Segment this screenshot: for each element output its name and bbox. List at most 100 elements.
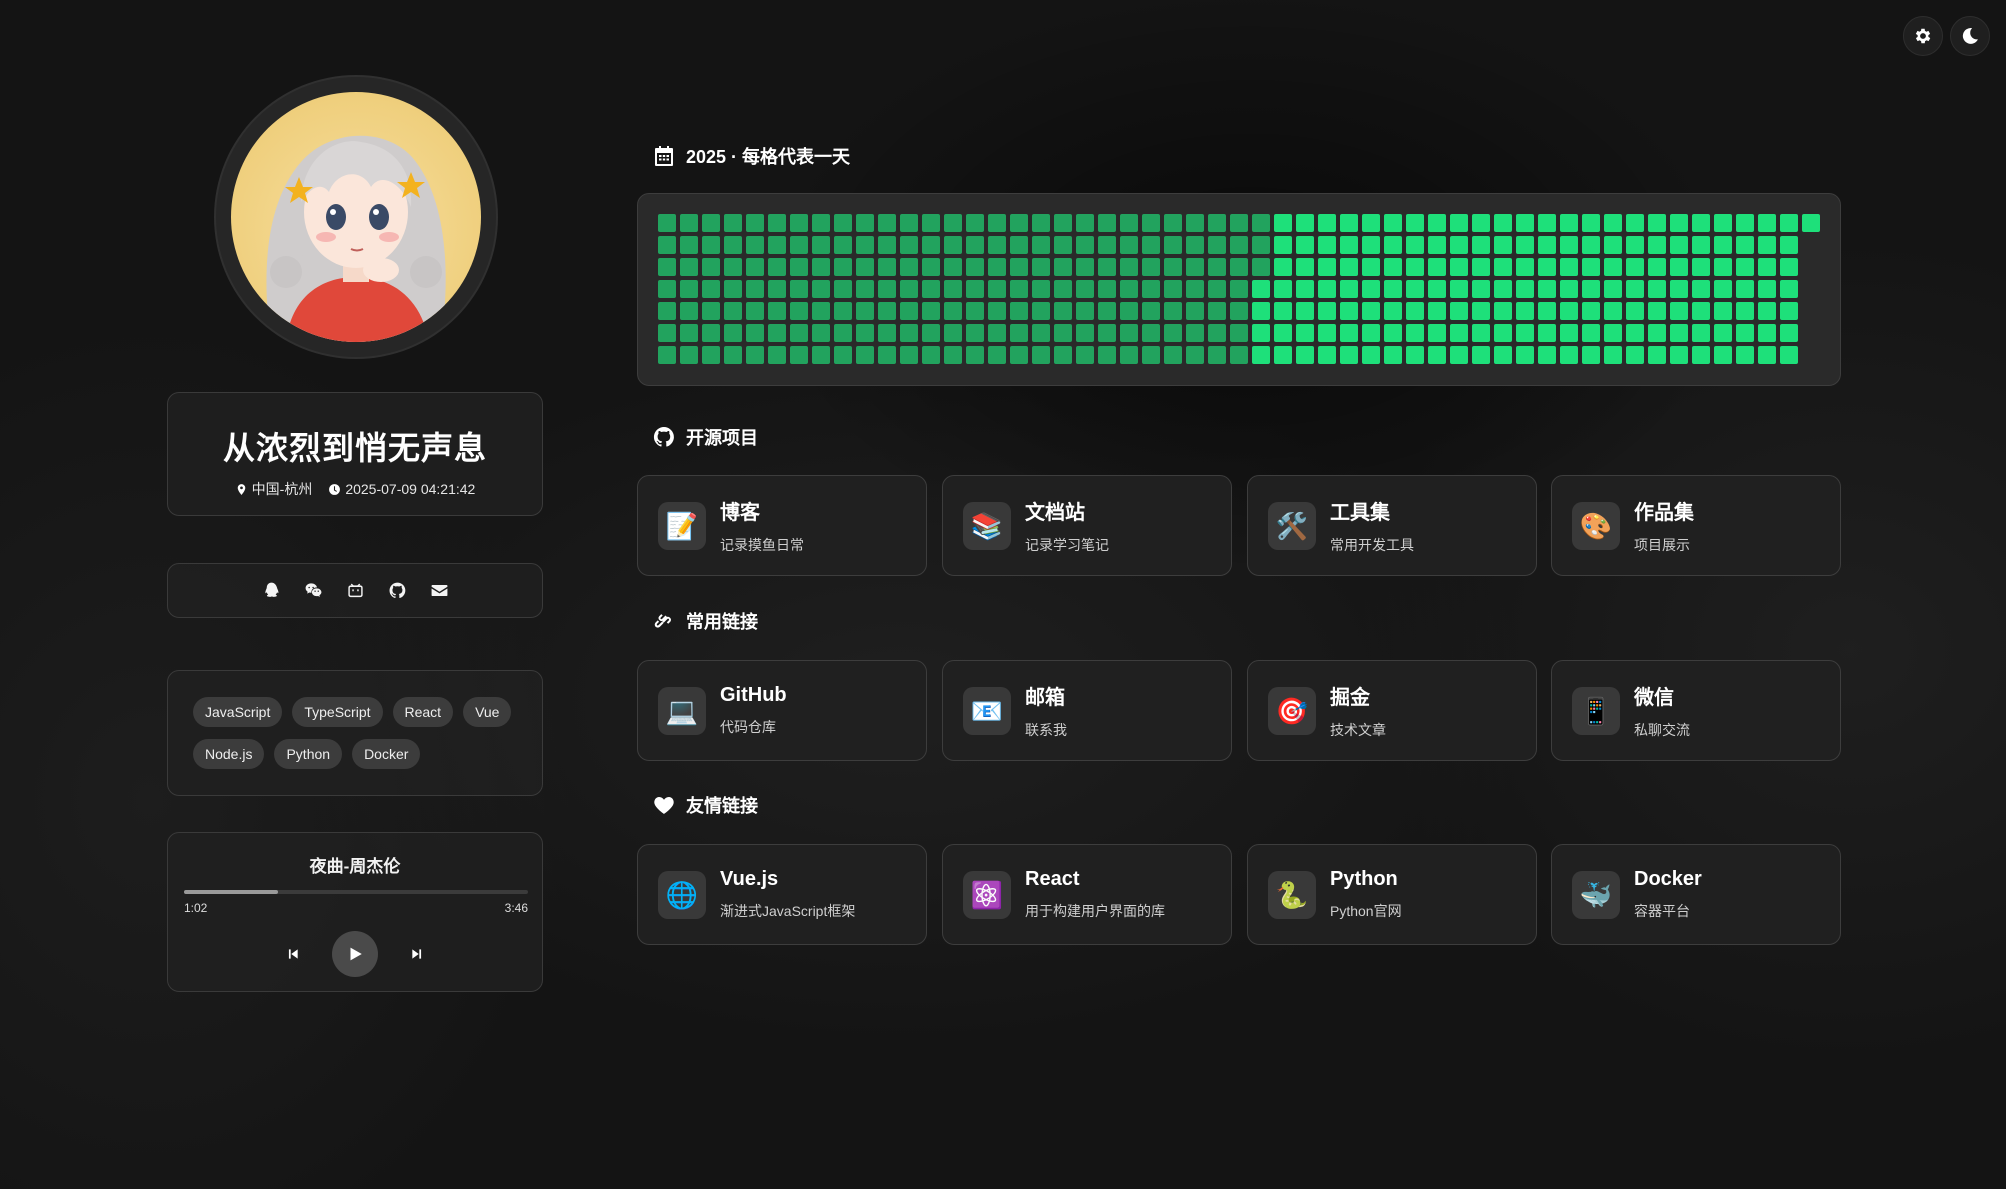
heatmap-day-cell[interactable] <box>1142 236 1160 254</box>
heatmap-day-cell[interactable] <box>1054 324 1072 342</box>
heatmap-day-cell[interactable] <box>1142 324 1160 342</box>
heatmap-day-cell[interactable] <box>1362 280 1380 298</box>
heatmap-day-cell[interactable] <box>1164 302 1182 320</box>
heatmap-day-cell[interactable] <box>1538 236 1556 254</box>
heatmap-day-cell[interactable] <box>702 324 720 342</box>
heatmap-day-cell[interactable] <box>1736 302 1754 320</box>
heatmap-day-cell[interactable] <box>878 236 896 254</box>
heatmap-day-cell[interactable] <box>1538 280 1556 298</box>
heatmap-day-cell[interactable] <box>1142 214 1160 232</box>
heatmap-day-cell[interactable] <box>658 346 676 364</box>
heatmap-day-cell[interactable] <box>1626 236 1644 254</box>
heatmap-day-cell[interactable] <box>1494 258 1512 276</box>
heatmap-day-cell[interactable] <box>790 346 808 364</box>
heatmap-day-cell[interactable] <box>1604 302 1622 320</box>
heatmap-day-cell[interactable] <box>1428 258 1446 276</box>
heatmap-day-cell[interactable] <box>1670 346 1688 364</box>
heatmap-day-cell[interactable] <box>1054 214 1072 232</box>
progress-bar[interactable] <box>184 890 528 894</box>
heatmap-day-cell[interactable] <box>1670 280 1688 298</box>
heatmap-day-cell[interactable] <box>1098 214 1116 232</box>
heatmap-day-cell[interactable] <box>746 236 764 254</box>
heatmap-day-cell[interactable] <box>1010 236 1028 254</box>
heatmap-day-cell[interactable] <box>1450 236 1468 254</box>
heatmap-day-cell[interactable] <box>702 346 720 364</box>
heatmap-day-cell[interactable] <box>746 258 764 276</box>
heatmap-day-cell[interactable] <box>1340 280 1358 298</box>
heatmap-day-cell[interactable] <box>1472 214 1490 232</box>
heatmap-day-cell[interactable] <box>1274 214 1292 232</box>
heatmap-day-cell[interactable] <box>988 236 1006 254</box>
heatmap-day-cell[interactable] <box>1098 302 1116 320</box>
heatmap-day-cell[interactable] <box>1208 236 1226 254</box>
heatmap-day-cell[interactable] <box>900 346 918 364</box>
heatmap-day-cell[interactable] <box>812 324 830 342</box>
heatmap-day-cell[interactable] <box>1406 302 1424 320</box>
heatmap-day-cell[interactable] <box>1538 324 1556 342</box>
heatmap-day-cell[interactable] <box>966 214 984 232</box>
heatmap-day-cell[interactable] <box>1230 302 1248 320</box>
heatmap-day-cell[interactable] <box>1626 346 1644 364</box>
heatmap-day-cell[interactable] <box>1186 236 1204 254</box>
heatmap-day-cell[interactable] <box>1010 214 1028 232</box>
heatmap-day-cell[interactable] <box>1384 324 1402 342</box>
heatmap-day-cell[interactable] <box>812 280 830 298</box>
heatmap-day-cell[interactable] <box>812 236 830 254</box>
heatmap-day-cell[interactable] <box>1582 346 1600 364</box>
heatmap-day-cell[interactable] <box>1120 258 1138 276</box>
heatmap-day-cell[interactable] <box>1538 258 1556 276</box>
heatmap-day-cell[interactable] <box>1406 236 1424 254</box>
heatmap-day-cell[interactable] <box>1076 302 1094 320</box>
heatmap-day-cell[interactable] <box>1692 324 1710 342</box>
heatmap-day-cell[interactable] <box>1582 258 1600 276</box>
heatmap-day-cell[interactable] <box>1010 346 1028 364</box>
heatmap-day-cell[interactable] <box>1274 324 1292 342</box>
heatmap-day-cell[interactable] <box>724 302 742 320</box>
heatmap-day-cell[interactable] <box>856 236 874 254</box>
heatmap-day-cell[interactable] <box>1318 280 1336 298</box>
heatmap-day-cell[interactable] <box>1054 280 1072 298</box>
heatmap-day-cell[interactable] <box>1362 302 1380 320</box>
heatmap-day-cell[interactable] <box>966 236 984 254</box>
heatmap-day-cell[interactable] <box>1230 324 1248 342</box>
tag-nodejs[interactable]: Node.js <box>193 739 265 769</box>
heatmap-day-cell[interactable] <box>1494 302 1512 320</box>
heatmap-day-cell[interactable] <box>944 324 962 342</box>
heatmap-day-cell[interactable] <box>1758 214 1776 232</box>
project-card-portfolio[interactable]: 🎨 作品集 项目展示 <box>1551 475 1841 576</box>
heatmap-day-cell[interactable] <box>1736 236 1754 254</box>
next-button[interactable] <box>408 945 426 963</box>
heatmap-day-cell[interactable] <box>1450 346 1468 364</box>
heatmap-day-cell[interactable] <box>1384 258 1402 276</box>
heatmap-day-cell[interactable] <box>1560 280 1578 298</box>
heatmap-day-cell[interactable] <box>812 258 830 276</box>
heatmap-day-cell[interactable] <box>1252 324 1270 342</box>
heatmap-day-cell[interactable] <box>988 302 1006 320</box>
friend-card-react[interactable]: ⚛️ React 用于构建用户界面的库 <box>942 844 1232 945</box>
friend-card-python[interactable]: 🐍 Python Python官网 <box>1247 844 1537 945</box>
heatmap-day-cell[interactable] <box>922 280 940 298</box>
heatmap-day-cell[interactable] <box>922 346 940 364</box>
heatmap-day-cell[interactable] <box>1362 324 1380 342</box>
heatmap-day-cell[interactable] <box>1714 258 1732 276</box>
heatmap-day-cell[interactable] <box>1714 302 1732 320</box>
heatmap-day-cell[interactable] <box>1648 302 1666 320</box>
heatmap-day-cell[interactable] <box>878 280 896 298</box>
heatmap-day-cell[interactable] <box>1736 258 1754 276</box>
heatmap-day-cell[interactable] <box>878 346 896 364</box>
heatmap-day-cell[interactable] <box>746 302 764 320</box>
previous-button[interactable] <box>284 945 302 963</box>
heatmap-day-cell[interactable] <box>1670 214 1688 232</box>
heatmap-day-cell[interactable] <box>768 302 786 320</box>
heatmap-day-cell[interactable] <box>1274 280 1292 298</box>
heatmap-day-cell[interactable] <box>1648 258 1666 276</box>
heatmap-day-cell[interactable] <box>768 258 786 276</box>
heatmap-day-cell[interactable] <box>1274 346 1292 364</box>
heatmap-day-cell[interactable] <box>1692 346 1710 364</box>
heatmap-day-cell[interactable] <box>746 324 764 342</box>
heatmap-day-cell[interactable] <box>1626 214 1644 232</box>
heatmap-day-cell[interactable] <box>1230 236 1248 254</box>
link-card-wechat[interactable]: 📱 微信 私聊交流 <box>1551 660 1841 761</box>
heatmap-day-cell[interactable] <box>966 258 984 276</box>
heatmap-day-cell[interactable] <box>1472 236 1490 254</box>
